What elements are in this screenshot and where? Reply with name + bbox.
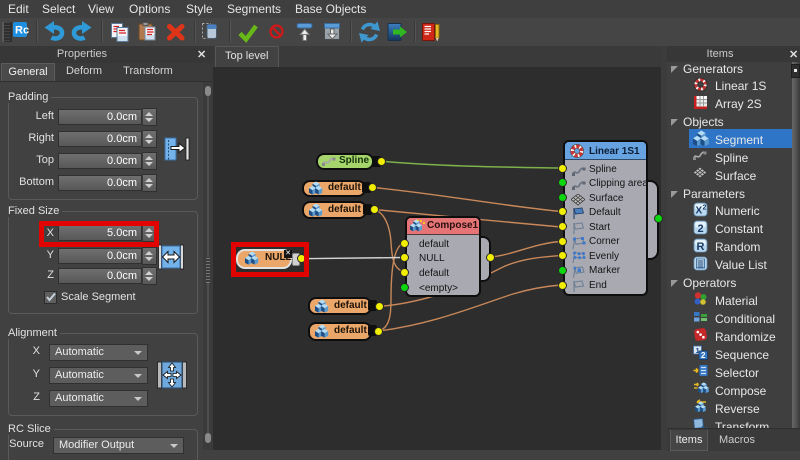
svg-text:2: 2 [701, 351, 706, 360]
svg-text:X: X [696, 206, 703, 217]
svg-text:Rc: Rc [15, 25, 29, 37]
svg-text:2: 2 [698, 223, 704, 235]
svg-text:2: 2 [703, 205, 707, 212]
svg-text:R: R [697, 241, 705, 253]
